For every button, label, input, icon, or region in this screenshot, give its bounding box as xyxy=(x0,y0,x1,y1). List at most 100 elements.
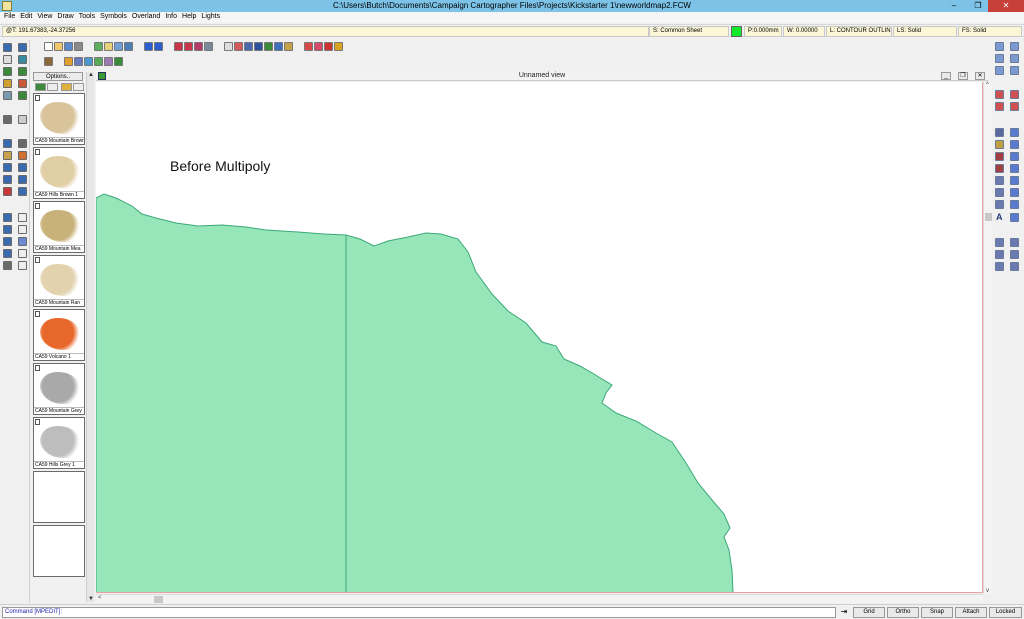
zoom-in-icon[interactable] xyxy=(1010,42,1019,51)
fill-style-field[interactable]: FS: Solid xyxy=(958,26,1022,37)
measure-line-icon[interactable] xyxy=(995,250,1004,259)
grid-icon[interactable] xyxy=(3,79,12,88)
zoom-window-icon[interactable] xyxy=(94,42,103,51)
measure-icon[interactable] xyxy=(3,261,12,270)
picture-icon[interactable] xyxy=(274,42,283,51)
polygon-tool-icon[interactable] xyxy=(1010,140,1019,149)
branch-tool-icon[interactable] xyxy=(995,200,1004,209)
width-field[interactable]: W: 0.00000 xyxy=(783,26,825,37)
menu-lights[interactable]: Lights xyxy=(200,12,224,23)
effects-icon[interactable] xyxy=(184,42,193,51)
options-button[interactable]: Options.. xyxy=(33,72,83,81)
tools-icon[interactable] xyxy=(204,42,213,51)
arc-tool-icon[interactable] xyxy=(995,152,1004,161)
list-icon[interactable] xyxy=(18,55,27,64)
menu-tools[interactable]: Tools xyxy=(78,12,99,23)
menu-draw[interactable]: Draw xyxy=(56,12,77,23)
sheets-icon[interactable] xyxy=(194,42,203,51)
maximize-button[interactable]: ❐ xyxy=(967,0,989,12)
symbol-tool-icon[interactable] xyxy=(1010,200,1019,209)
box-icon[interactable] xyxy=(18,115,27,124)
contour-icon[interactable] xyxy=(74,57,83,66)
sheet-field[interactable]: S: Common Sheet xyxy=(649,26,729,37)
new-file-icon[interactable] xyxy=(44,42,53,51)
fractal-tool-icon[interactable] xyxy=(1010,176,1019,185)
view-restore-button[interactable]: ❐ xyxy=(958,72,968,80)
scroll-up-icon[interactable]: ^ xyxy=(986,82,989,88)
layer-panel-icon[interactable] xyxy=(3,67,12,76)
tool-x-icon[interactable] xyxy=(18,79,27,88)
image-icon[interactable] xyxy=(244,42,253,51)
effect-c-icon[interactable] xyxy=(324,42,333,51)
line-tool-icon[interactable] xyxy=(995,128,1004,137)
circle-tool-icon[interactable] xyxy=(1010,152,1019,161)
symbol-card[interactable]: CA59 Hills Grey 1 xyxy=(33,417,85,469)
snap-b-icon[interactable] xyxy=(1010,90,1019,99)
line-style-field[interactable]: LS: Solid xyxy=(893,26,957,37)
view-vertical-scrollbar[interactable]: ^ v xyxy=(983,82,992,594)
paste-icon[interactable] xyxy=(124,42,133,51)
menu-edit[interactable]: Edit xyxy=(19,12,36,23)
river-icon[interactable] xyxy=(84,57,93,66)
node-icon[interactable] xyxy=(3,163,12,172)
view-close-button[interactable]: ✕ xyxy=(975,72,985,80)
radius-icon[interactable] xyxy=(1010,262,1019,271)
angle-icon[interactable] xyxy=(1010,238,1019,247)
menu-info[interactable]: Info xyxy=(164,12,181,23)
current-color-swatch[interactable] xyxy=(731,26,742,37)
snap-c-icon[interactable] xyxy=(995,102,1004,111)
ortho-toggle-button[interactable]: Ortho xyxy=(887,607,919,618)
menu-symbols[interactable]: Symbols xyxy=(99,12,131,23)
undo-arrow-icon[interactable] xyxy=(144,42,153,51)
attach-toggle-button[interactable]: Attach xyxy=(955,607,987,618)
map-canvas[interactable]: Before Multipoly xyxy=(96,82,983,593)
snap-toggle-button[interactable]: Snap xyxy=(921,607,953,618)
horizontal-scroll-thumb[interactable] xyxy=(154,596,163,603)
spline-tool-icon[interactable] xyxy=(995,176,1004,185)
terrain-icon[interactable] xyxy=(264,42,273,51)
zoom-out-icon[interactable] xyxy=(1010,54,1019,63)
select-icon[interactable] xyxy=(3,43,12,52)
vertical-scroll-thumb[interactable] xyxy=(985,213,992,221)
undo-icon[interactable] xyxy=(3,139,12,148)
copy-tool-icon[interactable] xyxy=(3,175,12,184)
print-icon[interactable] xyxy=(74,42,83,51)
scroll-left-icon[interactable]: < xyxy=(98,595,102,601)
open-catalog-icon[interactable] xyxy=(61,83,72,91)
effect-d-icon[interactable] xyxy=(334,42,343,51)
multipoly-tool-icon[interactable] xyxy=(1010,188,1019,197)
build-icon[interactable] xyxy=(44,57,53,66)
scroll-up-icon[interactable]: ▲ xyxy=(87,72,95,78)
zoom-extents-icon[interactable] xyxy=(995,54,1004,63)
symbol-catalog-icon[interactable] xyxy=(284,42,293,51)
effect-b-icon[interactable] xyxy=(314,42,323,51)
symbol-card[interactable]: CA59 Hills Brown 1 xyxy=(33,147,85,199)
minimize-button[interactable]: – xyxy=(943,0,965,12)
symbol-card[interactable]: CA59 Mountain Ran xyxy=(33,255,85,307)
text-box-tool-icon[interactable] xyxy=(1010,213,1019,222)
path-tool-icon[interactable] xyxy=(995,188,1004,197)
pen-tool-icon[interactable] xyxy=(995,140,1004,149)
dimension-icon[interactable] xyxy=(995,238,1004,247)
cross-icon[interactable] xyxy=(18,261,27,270)
frame-icon[interactable] xyxy=(224,42,233,51)
move-up-icon[interactable] xyxy=(18,151,27,160)
symbol-card[interactable]: CA59 Volcano 1 xyxy=(33,309,85,361)
snap-icon[interactable] xyxy=(3,91,12,100)
sheet-panel-icon[interactable] xyxy=(18,67,27,76)
open-file-icon[interactable] xyxy=(54,42,63,51)
road-icon[interactable] xyxy=(104,57,113,66)
zoom-prev-icon[interactable] xyxy=(1010,66,1019,75)
menu-help[interactable]: Help xyxy=(181,12,200,23)
group-icon[interactable] xyxy=(3,249,12,258)
view-minimize-button[interactable]: _ xyxy=(941,72,951,80)
menu-file[interactable]: File xyxy=(3,12,19,23)
landmass-polygon[interactable] xyxy=(96,193,734,593)
command-input[interactable]: Command [MPEDIT]: xyxy=(2,607,836,618)
erase-icon[interactable] xyxy=(3,187,12,196)
stretch-icon[interactable] xyxy=(18,187,27,196)
text-tool-icon[interactable]: A xyxy=(996,212,1003,222)
cursor-icon[interactable] xyxy=(3,115,12,124)
scale-icon[interactable] xyxy=(18,175,27,184)
snap-d-icon[interactable] xyxy=(1010,102,1019,111)
